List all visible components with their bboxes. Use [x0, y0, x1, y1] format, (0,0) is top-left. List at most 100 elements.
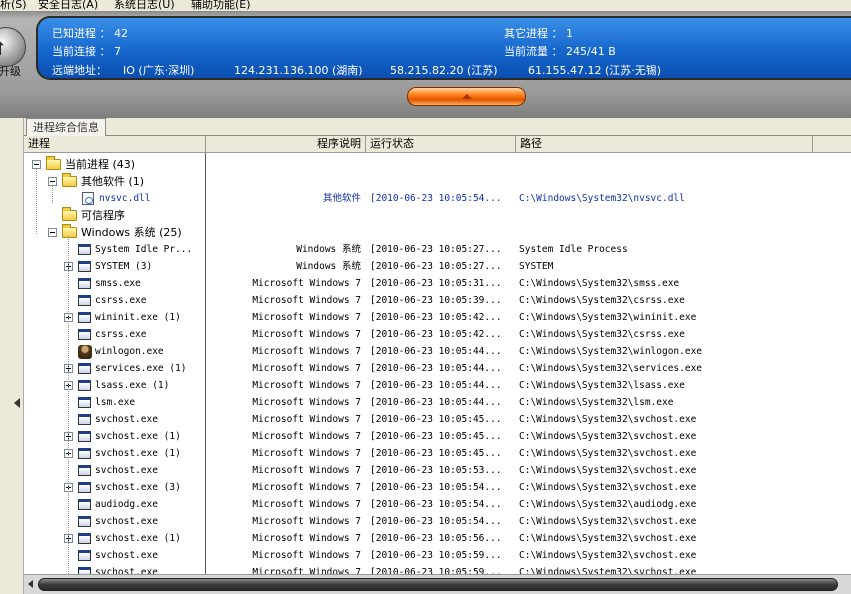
tree-row[interactable]: services.exe (1) Microsoft Windows 7 [2010…: [24, 360, 851, 377]
process-icon: [78, 414, 91, 425]
winlogon-icon: [78, 345, 92, 359]
process-path: SYSTEM: [519, 261, 554, 272]
process-icon: [78, 567, 91, 574]
process-name: lsass.exe (1): [95, 380, 170, 391]
tree-row[interactable]: 其他软件 (1): [24, 173, 851, 190]
arrow-left-icon: [14, 398, 20, 408]
collapse-panel-button[interactable]: [407, 87, 526, 106]
folder-icon: [62, 224, 77, 238]
process-status: [2010-06-23 10:05:27...: [370, 244, 502, 255]
menu-item-tools[interactable]: 辅助功能(E): [191, 0, 251, 11]
process-description: Microsoft Windows 7: [252, 499, 361, 510]
process-icon: [78, 380, 91, 391]
tree-row[interactable]: wininit.exe (1) Microsoft Windows 7 [2010-…: [24, 309, 851, 326]
tree-row[interactable]: audiodg.exe Microsoft Windows 7 [2010-06-2…: [24, 496, 851, 513]
scroll-left-icon[interactable]: [28, 580, 33, 588]
current-flow-stat: 当前流量 ： 245/41 B: [504, 45, 616, 58]
process-icon: [78, 448, 91, 459]
process-status: [2010-06-23 10:05:44...: [370, 346, 502, 357]
process-description: 其他软件: [322, 193, 361, 204]
process-name: smss.exe: [95, 278, 141, 289]
process-path: C:\Windows\System32\wininit.exe: [519, 312, 697, 323]
other-process-stat: 其它进程 ： 1: [504, 27, 573, 40]
menu-item-analysis[interactable]: 析(S): [0, 0, 27, 11]
tree-row[interactable]: svchost.exe Microsoft Windows 7 [2010-06-2…: [24, 547, 851, 564]
column-path[interactable]: 路径: [516, 136, 813, 152]
tree-row[interactable]: csrss.exe Microsoft Windows 7 [2010-06-23 …: [24, 326, 851, 343]
process-path: C:\Windows\System32\nvsvc.dll: [519, 193, 685, 204]
process-status: [2010-06-23 10:05:44...: [370, 380, 502, 391]
folder-icon: [46, 156, 61, 170]
process-icon: [78, 397, 91, 408]
current-connection-stat: 当前连接 ： 7: [52, 45, 121, 58]
process-name: svchost.exe: [95, 567, 158, 574]
tree-row[interactable]: winlogon.exe Microsoft Windows 7 [2010-06-…: [24, 343, 851, 360]
process-status: [2010-06-23 10:05:45...: [370, 431, 502, 442]
collapse-icon[interactable]: [48, 228, 57, 237]
process-name: csrss.exe: [95, 329, 147, 340]
column-status[interactable]: 运行状态: [366, 136, 516, 152]
process-description: Microsoft Windows 7: [252, 465, 361, 476]
process-path: C:\Windows\System32\svchost.exe: [519, 550, 697, 561]
tree-row[interactable]: svchost.exe (1) Microsoft Windows 7 [2010-…: [24, 428, 851, 445]
process-name: wininit.exe (1): [95, 312, 181, 323]
process-name: lsm.exe: [95, 397, 136, 408]
process-icon: [78, 516, 91, 527]
tree-row[interactable]: lsm.exe Microsoft Windows 7 [2010-06-23 10…: [24, 394, 851, 411]
tree-row[interactable]: smss.exe Microsoft Windows 7 [2010-06-23 1…: [24, 275, 851, 292]
process-name: 可信程序: [81, 209, 125, 222]
tree-row[interactable]: svchost.exe (3) Microsoft Windows 7 [2010-…: [24, 479, 851, 496]
process-path: C:\Windows\System32\lsm.exe: [519, 397, 674, 408]
upgrade-icon: ⇧: [0, 36, 7, 60]
process-tree: 当前进程 (43) 其他软件 (1) nvsvc.dll 其他软件 [2010-06-2…: [24, 153, 851, 574]
tree-row[interactable]: 当前进程 (43): [24, 156, 851, 173]
scrollbar-thumb[interactable]: [38, 578, 838, 591]
process-name: nvsvc.dll: [99, 193, 151, 204]
column-process[interactable]: 进程: [24, 136, 206, 152]
process-icon: [78, 278, 91, 289]
side-collapse-strip[interactable]: [0, 118, 24, 594]
horizontal-scrollbar[interactable]: [24, 574, 851, 594]
menu-item-system-log[interactable]: 系统日志(U): [114, 0, 175, 11]
tree-row[interactable]: lsass.exe (1) Microsoft Windows 7 [2010-06…: [24, 377, 851, 394]
tree-row[interactable]: svchost.exe Microsoft Windows 7 [2010-06-2…: [24, 462, 851, 479]
process-description: Microsoft Windows 7: [252, 346, 361, 357]
process-path: C:\Windows\System32\svchost.exe: [519, 567, 697, 574]
process-name: svchost.exe: [95, 414, 158, 425]
tab-process-info[interactable]: 进程综合信息: [26, 118, 106, 136]
folder-icon: [62, 173, 77, 187]
tree-row[interactable]: csrss.exe Microsoft Windows 7 [2010-06-23 …: [24, 292, 851, 309]
tree-row[interactable]: SYSTEM (3) Windows 系统 [2010-06-23 10:05:27…: [24, 258, 851, 275]
process-name: 当前进程 (43): [65, 158, 136, 171]
menu-item-security-log[interactable]: 安全日志(A): [38, 0, 98, 11]
process-path: C:\Windows\System32\services.exe: [519, 363, 703, 374]
tree-row[interactable]: Windows 系统 (25): [24, 224, 851, 241]
column-description[interactable]: 程序说明: [206, 136, 366, 152]
tree-row[interactable]: svchost.exe (1) Microsoft Windows 7 [2010-…: [24, 530, 851, 547]
process-status: [2010-06-23 10:05:54...: [370, 516, 502, 527]
menu-bar: 析(S) 安全日志(A) 系统日志(U) 辅助功能(E): [0, 0, 851, 11]
tree-row[interactable]: nvsvc.dll 其他软件 [2010-06-23 10:05:54... C:\W…: [24, 190, 851, 207]
tree-row[interactable]: svchost.exe Microsoft Windows 7 [2010-06-2…: [24, 513, 851, 530]
process-name: svchost.exe (1): [95, 448, 181, 459]
process-path: System Idle Process: [519, 244, 628, 255]
process-description: Windows 系统: [296, 244, 361, 255]
folder-icon: [62, 207, 77, 221]
process-name: csrss.exe: [95, 295, 147, 306]
process-status: [2010-06-23 10:05:45...: [370, 448, 502, 459]
process-path: C:\Windows\System32\svchost.exe: [519, 414, 697, 425]
tree-row[interactable]: svchost.exe Microsoft Windows 7 [2010-06-2…: [24, 564, 851, 574]
process-status: [2010-06-23 10:05:44...: [370, 363, 502, 374]
tree-row[interactable]: svchost.exe (1) Microsoft Windows 7 [2010-…: [24, 445, 851, 462]
process-icon: [78, 244, 91, 255]
tree-row[interactable]: System Idle Pr... Windows 系统 [2010-06-23 1…: [24, 241, 851, 258]
remote-address-2: 124.231.136.100 (湖南): [234, 64, 363, 77]
upgrade-label[interactable]: 升级: [0, 63, 21, 79]
tree-row[interactable]: 可信程序: [24, 207, 851, 224]
arrow-up-icon: [462, 94, 472, 99]
process-description: Microsoft Windows 7: [252, 278, 361, 289]
process-icon: [78, 312, 91, 323]
upgrade-button[interactable]: ⇧: [0, 27, 26, 67]
process-description: Microsoft Windows 7: [252, 516, 361, 527]
tree-row[interactable]: svchost.exe Microsoft Windows 7 [2010-06-2…: [24, 411, 851, 428]
